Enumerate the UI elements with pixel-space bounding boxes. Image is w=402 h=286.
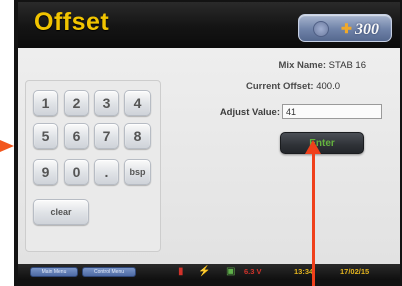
signal-icon: ⚡	[198, 266, 211, 277]
mix-name-value: STAB 16	[328, 60, 366, 71]
key-3[interactable]: 3	[94, 90, 119, 116]
touch-screen: Offset ✚ 300 1 2 3 4 5 6 7 8 9 0 . bsp c…	[18, 2, 400, 280]
adjust-value-label: Adjust Value:	[219, 107, 280, 118]
mix-name-label: Mix Name:	[278, 60, 327, 71]
clear-button[interactable]: clear	[33, 199, 89, 225]
mix-name-row: Mix Name: STAB 16	[279, 60, 366, 71]
clock-date: 17/02/15	[340, 267, 370, 276]
current-offset-label: Current Offset:	[246, 81, 314, 92]
numeric-keypad: 1 2 3 4 5 6 7 8 9 0 . bsp clear	[25, 80, 161, 252]
key-9[interactable]: 9	[33, 159, 58, 185]
battery-icon: ▮	[178, 266, 184, 277]
logo-text: 300	[355, 21, 379, 38]
backspace-button[interactable]: bsp	[124, 159, 151, 185]
header-bar: Offset ✚ 300	[18, 2, 400, 48]
brand-logo: ✚ 300	[298, 14, 392, 42]
cross-icon: ✚	[341, 21, 352, 36]
key-2[interactable]: 2	[64, 90, 89, 116]
current-offset-value: 400.0	[316, 81, 340, 92]
control-menu-button[interactable]: Control Menu	[82, 267, 136, 277]
main-menu-button[interactable]: Main Menu	[30, 267, 78, 277]
adjust-value-input[interactable]	[282, 104, 382, 119]
enter-button[interactable]: Enter	[280, 132, 364, 154]
logo-dot-icon	[313, 21, 329, 37]
key-0[interactable]: 0	[64, 159, 89, 185]
voltage-reading: 6.3 V	[244, 267, 262, 276]
key-1[interactable]: 1	[33, 90, 58, 116]
key-7[interactable]: 7	[94, 123, 119, 149]
key-8[interactable]: 8	[124, 123, 151, 149]
key-6[interactable]: 6	[64, 123, 89, 149]
main-content: 1 2 3 4 5 6 7 8 9 0 . bsp clear Mix Name…	[18, 48, 400, 266]
page-title: Offset	[34, 8, 110, 36]
status-bar: Main Menu Control Menu ▮ ⚡ ▣ 6.3 V 13:34…	[18, 264, 400, 280]
key-decimal[interactable]: .	[94, 159, 119, 185]
key-5[interactable]: 5	[33, 123, 58, 149]
annotation-arrow-up	[312, 152, 315, 286]
key-4[interactable]: 4	[124, 90, 151, 116]
annotation-arrow-left	[0, 140, 14, 152]
current-offset-row: Current Offset: 400.0	[246, 81, 340, 92]
clock-time: 13:34	[294, 267, 314, 276]
disk-icon: ▣	[226, 266, 236, 277]
